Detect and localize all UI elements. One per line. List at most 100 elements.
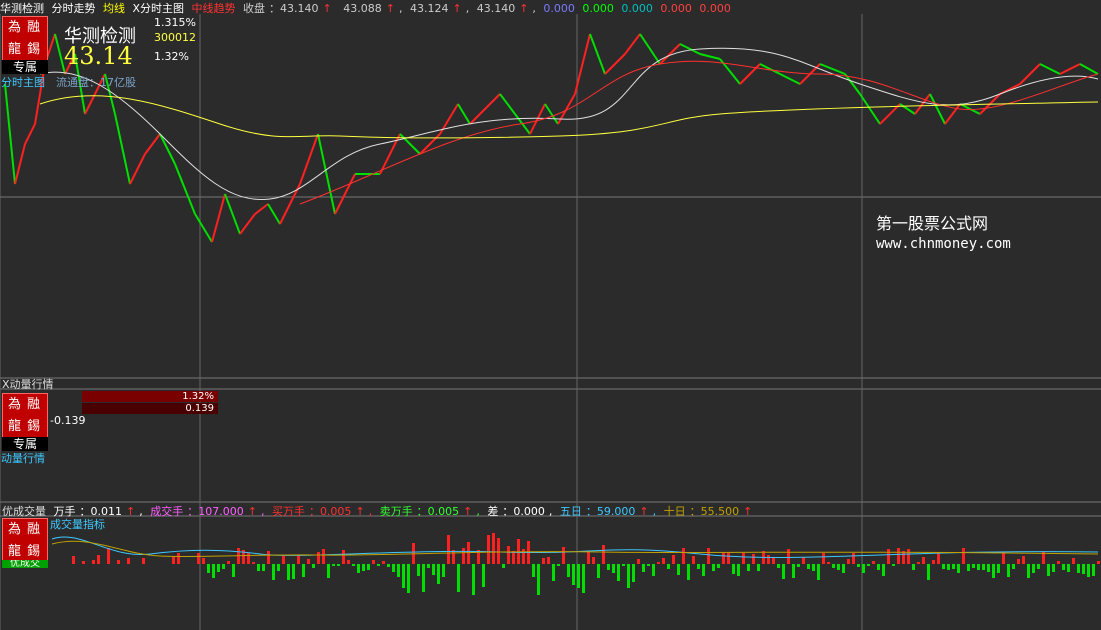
volume-bar-up: [932, 560, 935, 564]
volume-bar-down: [532, 564, 535, 577]
volume-bar-down: [927, 564, 930, 580]
volume-bar-down: [552, 564, 555, 581]
volume-bar-up: [907, 549, 910, 564]
volume-bar-down: [217, 564, 220, 572]
volume-bar-up: [282, 556, 285, 564]
price-segment: [1059, 63, 1081, 75]
volume-bar-up: [752, 554, 755, 564]
volume-bar-up: [512, 551, 515, 564]
volume-ma-lines: [51, 536, 1099, 558]
price-segment: [859, 93, 881, 125]
white-ma-line: [39, 47, 1099, 201]
volume-bar-down: [1067, 564, 1070, 572]
volume-bar-up: [602, 545, 605, 564]
volume-bar-down: [567, 564, 570, 577]
pct-2: 1.32%: [154, 50, 189, 63]
volume-bar-down: [697, 564, 700, 569]
volume-bar-up: [117, 560, 120, 564]
volume-bar-up: [142, 558, 145, 564]
volume-bar-up: [172, 556, 175, 564]
volume-bar-down: [582, 564, 585, 593]
price-segment: [84, 93, 96, 115]
volume-bar-down: [947, 564, 950, 570]
price-segment: [624, 33, 641, 55]
volume-bar-down: [642, 564, 645, 572]
volume-bar-down: [612, 564, 615, 573]
diff: 差：0.000,: [487, 505, 553, 518]
volume-bar-up: [492, 533, 495, 564]
price-segment: [499, 93, 516, 115]
volume-bar-down: [777, 564, 780, 568]
volume-bar-down: [967, 564, 970, 571]
brand-badge-3: 為融 龍錫: [2, 518, 48, 564]
volume-bar-up: [307, 559, 310, 564]
top-bar: 华测检测 分时走势 均线 X分时主图 中线趋势 收盘 ：43.140 ↑ 43.08…: [0, 0, 1101, 15]
flow-label: 流通盘：17亿股: [56, 76, 136, 89]
volume-bar-down: [782, 564, 785, 579]
volume-bar-down: [292, 564, 295, 579]
volume-bar-down: [367, 564, 370, 570]
volume-bar-down: [422, 564, 425, 592]
volume-bar-down: [882, 564, 885, 576]
volume-bar-down: [212, 564, 215, 578]
volume-bar-down: [257, 564, 260, 571]
brand-badge-2: 為融 龍錫: [2, 393, 48, 439]
momentum-value: -0.139: [50, 414, 86, 427]
main-left-label: 分时主图: [1, 76, 45, 89]
volume-bar-down: [997, 564, 1000, 573]
volume-bar-up: [802, 557, 805, 564]
volume-bar-up: [902, 551, 905, 564]
price-segment: [129, 153, 146, 185]
volume-bar-down: [437, 564, 440, 584]
volume-bar-down: [972, 564, 975, 568]
volume-bar-down: [537, 564, 540, 595]
volume-bar-up: [692, 556, 695, 564]
price-segment: [144, 133, 161, 155]
price-segment: [174, 163, 196, 215]
volume-bar-down: [337, 564, 340, 566]
volume-bar-down: [287, 564, 290, 580]
volume-bar-down: [377, 564, 380, 566]
volume-bar-down: [262, 564, 265, 571]
volume-bar-down: [647, 564, 650, 566]
volume-bar-down: [957, 564, 960, 573]
price-segment: [239, 213, 256, 235]
volume-bar-down: [572, 564, 575, 585]
volume-bar-up: [127, 558, 130, 564]
volume-bar-down: [1062, 564, 1065, 570]
volume-bar-up: [497, 538, 500, 564]
volume-bar-down: [277, 564, 280, 571]
volume-bar-up: [92, 560, 95, 564]
volume-bar-up: [637, 559, 640, 564]
volume-left-label: 优成交: [2, 560, 48, 568]
volume-bar-up: [1097, 561, 1100, 564]
volume-bar-up: [452, 550, 455, 564]
price-segment: [159, 133, 176, 165]
volume-bar-down: [877, 564, 880, 570]
volume-bar-up: [827, 562, 830, 564]
volume-bar-up: [772, 557, 775, 564]
volume-bar-down: [617, 564, 620, 581]
price-segment: [114, 113, 131, 185]
volume-bar-up: [822, 553, 825, 564]
volume-bar-down: [857, 564, 860, 567]
d10: 十日 ：55.500 ↑: [663, 505, 753, 518]
price-segment: [194, 213, 213, 243]
price-segment: [699, 53, 721, 60]
volume-bar-down: [987, 564, 990, 572]
volume-bar-up: [657, 562, 660, 564]
volume-bar-down: [557, 564, 560, 566]
volume-bar-down: [712, 564, 715, 571]
volume-bar-up: [682, 548, 685, 564]
volume-bar-down: [272, 564, 275, 580]
volume-bar-down: [747, 564, 750, 571]
chart-canvas: [0, 14, 1101, 630]
volume-bar-down: [627, 564, 630, 588]
volume-bar-up: [522, 549, 525, 564]
volume-bar-down: [912, 564, 915, 570]
price-segment: [944, 103, 961, 125]
volume-bar-up: [767, 555, 770, 564]
volume-bar-up: [707, 548, 710, 564]
volume-bar-down: [942, 564, 945, 569]
price-segment: [457, 103, 471, 125]
